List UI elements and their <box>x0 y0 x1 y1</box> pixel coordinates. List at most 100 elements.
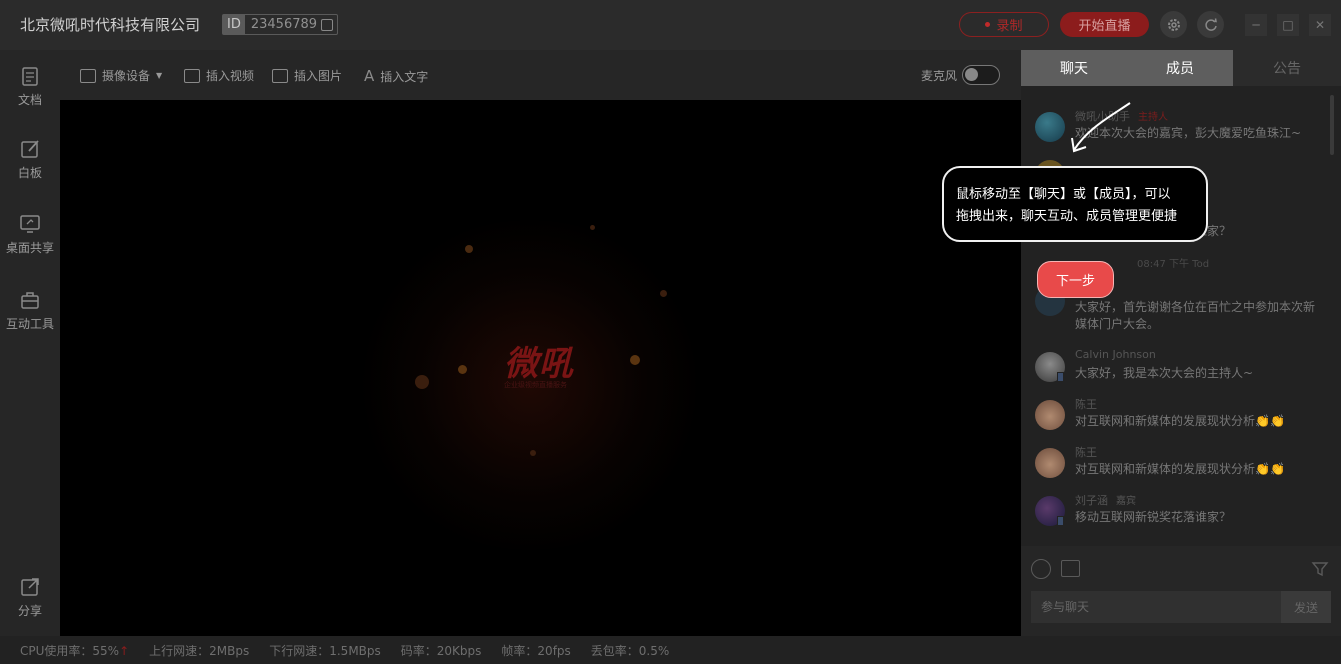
guide-tooltip: 鼠标移动至【聊天】或【成员】，可以 拖拽出来，聊天互动、成员管理更便捷 <box>942 166 1208 242</box>
tooltip-line: 拖拽出来，聊天互动、成员管理更便捷 <box>956 209 1178 224</box>
desktop-share-icon <box>20 215 40 233</box>
tab-chat[interactable]: 聊天 <box>1021 50 1127 86</box>
share-icon <box>21 578 39 596</box>
cpu-up-arrow-icon: ↑ <box>119 643 130 658</box>
insert-text-button[interactable]: A 插入文字 <box>364 67 428 85</box>
sender-name: Calvin Johnson <box>1075 348 1156 361</box>
bokeh-light <box>415 375 429 389</box>
bokeh-light <box>465 245 473 253</box>
sidebar-item-label: 白板 <box>17 166 42 180</box>
message-text: 大家好，我是本次大会的主持人~ <box>1075 366 1254 380</box>
title-bar: 北京微吼时代科技有限公司 ID 23456789 录制 开始直播 ─ □ ✕ <box>0 0 1341 50</box>
message-text: 移动互联网新锐奖花落谁家？ <box>1075 510 1232 524</box>
message-text: 对互联网和新媒体的发展现状分析👏👏 <box>1075 462 1285 476</box>
video-stage: 微吼 企业级视频直播服务 <box>60 100 1021 636</box>
camera-label: 摄像设备 <box>102 69 151 83</box>
copy-icon[interactable] <box>321 18 334 31</box>
sidebar-item-document[interactable]: 文档 <box>0 65 60 108</box>
mic-toggle[interactable] <box>962 65 1000 85</box>
upload-speed: 上行网速：2MBps <box>149 643 250 658</box>
image-icon <box>272 68 288 83</box>
image-upload-icon[interactable] <box>1061 560 1080 577</box>
settings-button[interactable] <box>1160 11 1187 38</box>
bokeh-light <box>660 290 667 297</box>
mic-label: 麦克风 <box>921 69 958 83</box>
sidebar-item-whiteboard[interactable]: 白板 <box>0 138 60 181</box>
bokeh-light <box>630 355 640 365</box>
insert-video-label: 插入视频 <box>206 69 255 83</box>
sidebar-item-label: 桌面共享 <box>5 241 54 255</box>
tab-members[interactable]: 成员 <box>1127 50 1233 86</box>
left-sidebar: 文档 白板 桌面共享 互动工具 分享 <box>0 50 60 636</box>
panel-tabs: 聊天 成员 公告 <box>1021 50 1341 86</box>
record-dot-icon <box>985 22 991 27</box>
whiteboard-icon <box>21 140 39 158</box>
sender-name: 陈王 <box>1075 398 1097 411</box>
text-icon: A <box>364 67 375 85</box>
stage-logo: 微吼 <box>504 344 574 384</box>
stage-logo-subtitle: 企业级视频直播服务 <box>504 381 567 389</box>
download-speed: 下行网速：1.5MBps <box>269 643 381 658</box>
sender-tag: 嘉宾 <box>1116 496 1136 507</box>
sidebar-item-label: 互动工具 <box>5 317 54 331</box>
framerate: 帧率：20fps <box>501 643 571 658</box>
bitrate: 码率：20Kbps <box>400 643 482 658</box>
id-tag: ID <box>223 15 245 34</box>
room-id-value: 23456789 <box>250 17 318 32</box>
filter-icon[interactable] <box>1311 560 1329 578</box>
chat-scrollbar[interactable] <box>1330 95 1334 155</box>
minimize-button[interactable]: ─ <box>1245 14 1267 36</box>
status-bar: CPU使用率：55%↑ 上行网速：2MBps 下行网速：1.5MBps 码率：2… <box>0 636 1341 664</box>
close-button[interactable]: ✕ <box>1309 14 1331 36</box>
bokeh-light <box>590 225 595 230</box>
message-sender: Calvin Johnson <box>1075 348 1156 361</box>
maximize-icon: □ <box>1282 18 1294 32</box>
maximize-button[interactable]: □ <box>1277 14 1299 36</box>
avatar <box>1035 112 1065 142</box>
chat-input[interactable] <box>1031 591 1281 623</box>
message-sender: 陈王 <box>1075 396 1097 412</box>
message-text: 对互联网和新媒体的发展现状分析👏👏 <box>1075 414 1285 428</box>
next-step-button[interactable]: 下一步 <box>1037 261 1114 298</box>
camera-dropdown[interactable]: 摄像设备 ▼ <box>80 67 162 84</box>
refresh-icon <box>1204 17 1217 31</box>
chat-tools <box>1021 546 1341 586</box>
toggle-knob <box>965 68 978 81</box>
minimize-icon: ─ <box>1252 18 1260 32</box>
insert-text-label: 插入文字 <box>380 69 429 84</box>
tab-notice[interactable]: 公告 <box>1233 50 1341 86</box>
share-button[interactable]: 分享 <box>0 576 60 619</box>
packet-loss: 丢包率：0.5% <box>590 643 670 658</box>
insert-image-button[interactable]: 插入图片 <box>272 67 342 84</box>
sidebar-item-desktop-share[interactable]: 桌面共享 <box>0 213 60 256</box>
insert-video-button[interactable]: 插入视频 <box>184 67 254 84</box>
app-title: 北京微吼时代科技有限公司 <box>20 16 201 34</box>
message-timestamp: 08:47 下午 Tod <box>1137 259 1210 270</box>
stage-toolbar: 摄像设备 ▼ 插入视频 插入图片 A 插入文字 麦克风 <box>60 50 1021 100</box>
cpu-value: CPU使用率：55% <box>20 643 120 658</box>
send-button[interactable]: 发送 <box>1281 591 1331 623</box>
gear-icon <box>1167 18 1180 31</box>
device-badge-icon <box>1057 516 1064 526</box>
bokeh-light <box>458 365 467 374</box>
record-label: 录制 <box>996 19 1023 34</box>
sidebar-item-tools[interactable]: 互动工具 <box>0 289 60 332</box>
chevron-down-icon: ▼ <box>156 71 163 80</box>
record-button[interactable]: 录制 <box>959 12 1049 37</box>
camera-icon <box>80 68 96 83</box>
toolbox-icon <box>21 292 39 309</box>
sidebar-item-label: 文档 <box>17 93 42 107</box>
avatar <box>1035 400 1065 430</box>
video-icon <box>184 68 200 83</box>
insert-image-label: 插入图片 <box>294 69 343 83</box>
start-live-button[interactable]: 开始直播 <box>1060 12 1149 37</box>
sender-name: 刘子涵 <box>1075 494 1108 507</box>
refresh-button[interactable] <box>1197 11 1224 38</box>
message-sender: 刘子涵 嘉宾 <box>1075 492 1136 508</box>
sender-tag: 主持人 <box>1138 112 1168 123</box>
share-label: 分享 <box>17 604 42 618</box>
emoji-icon[interactable] <box>1031 559 1051 579</box>
device-badge-icon <box>1057 372 1064 382</box>
close-icon: ✕ <box>1314 18 1326 32</box>
avatar <box>1035 448 1065 478</box>
